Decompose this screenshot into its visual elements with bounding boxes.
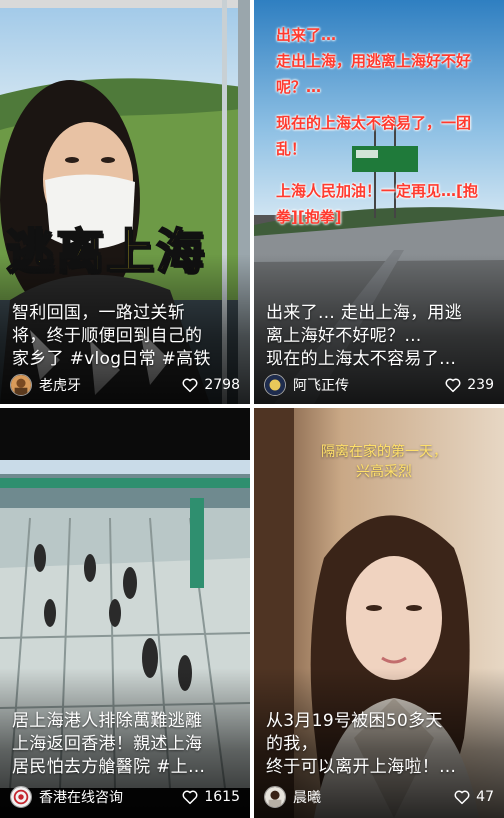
thumbnail-overlay-text: 出来了… 走出上海，用逃离上海好不好 呢？… 现在的上海太不容易了，一团 乱！ … xyxy=(276,26,478,226)
heart-outline-icon xyxy=(454,790,470,805)
video-card[interactable]: 出来了… 走出上海，用逃离上海好不好 呢？… 现在的上海太不容易了，一团 乱！ … xyxy=(254,0,504,404)
like-count-value: 2798 xyxy=(204,377,240,393)
author-name[interactable]: 阿飞正传 xyxy=(293,375,444,395)
caption-line: 智利回国，一路过关斩 xyxy=(12,303,185,323)
author-name[interactable]: 老虎牙 xyxy=(39,375,181,395)
like-count-value: 47 xyxy=(476,789,494,805)
video-meta: 老虎牙 2798 xyxy=(10,372,240,398)
video-caption: 居上海港人排除萬難逃離 上海返回香港！親述上海 居民怕去方艙醫院 #上… xyxy=(12,710,240,779)
video-card[interactable]: 隔离在家的第一天， 兴高采烈 从3月19号被困50多天 的我， 终于可以离开上海… xyxy=(254,408,504,818)
thumbnail-overlay-text: 隔离在家的第一天， 兴高采烈 xyxy=(321,444,447,480)
caption-line: 从3月19号被困50多天 xyxy=(266,711,443,731)
author-avatar[interactable] xyxy=(264,374,286,396)
video-feed-grid: 逃离上海 智利回国，一路过关斩 将，终于顺便回到自己的 家乡了 #vlog日常 … xyxy=(0,0,504,818)
video-meta: 阿飞正传 239 xyxy=(264,372,494,398)
author-avatar[interactable] xyxy=(10,786,32,808)
heart-outline-icon xyxy=(182,790,198,805)
like-count[interactable]: 239 xyxy=(444,376,494,394)
video-card[interactable]: 逃离上海 智利回国，一路过关斩 将，终于顺便回到自己的 家乡了 #vlog日常 … xyxy=(0,0,250,404)
like-count-value: 239 xyxy=(467,377,494,393)
like-count[interactable]: 47 xyxy=(453,788,494,806)
author-avatar[interactable] xyxy=(10,374,32,396)
video-caption: 智利回国，一路过关斩 将，终于顺便回到自己的 家乡了 #vlog日常 #高铁 xyxy=(12,302,240,371)
video-meta: 香港在线咨询 1615 xyxy=(10,784,240,810)
caption-line: 家乡了 #vlog日常 #高铁 xyxy=(12,349,211,369)
caption-line: 出来了… 走出上海，用逃 xyxy=(266,303,463,323)
caption-line: 离上海好不好呢？… xyxy=(266,326,422,346)
caption-line: 上海返回香港！親述上海 xyxy=(12,734,203,754)
caption-line: 现在的上海太不容易了… xyxy=(266,349,457,369)
author-name[interactable]: 香港在线咨询 xyxy=(39,787,181,807)
like-count-value: 1615 xyxy=(204,789,240,805)
video-caption: 从3月19号被困50多天 的我， 终于可以离开上海啦！… xyxy=(266,710,494,779)
video-caption: 出来了… 走出上海，用逃 离上海好不好呢？… 现在的上海太不容易了… xyxy=(266,302,494,371)
heart-outline-icon xyxy=(445,378,461,393)
heart-outline-icon xyxy=(182,378,198,393)
caption-line: 居上海港人排除萬難逃離 xyxy=(12,711,203,731)
like-count[interactable]: 1615 xyxy=(181,788,240,806)
caption-line: 的我， xyxy=(266,734,318,754)
video-card[interactable]: 居上海港人排除萬難逃離 上海返回香港！親述上海 居民怕去方艙醫院 #上… 香港在… xyxy=(0,408,250,818)
video-meta: 晨曦 47 xyxy=(264,784,494,810)
like-count[interactable]: 2798 xyxy=(181,376,240,394)
caption-line: 终于可以离开上海啦！… xyxy=(266,757,457,777)
caption-line: 将，终于顺便回到自己的 xyxy=(12,326,203,346)
author-name[interactable]: 晨曦 xyxy=(293,787,453,807)
author-avatar[interactable] xyxy=(264,786,286,808)
caption-line: 居民怕去方艙醫院 #上… xyxy=(12,757,206,777)
